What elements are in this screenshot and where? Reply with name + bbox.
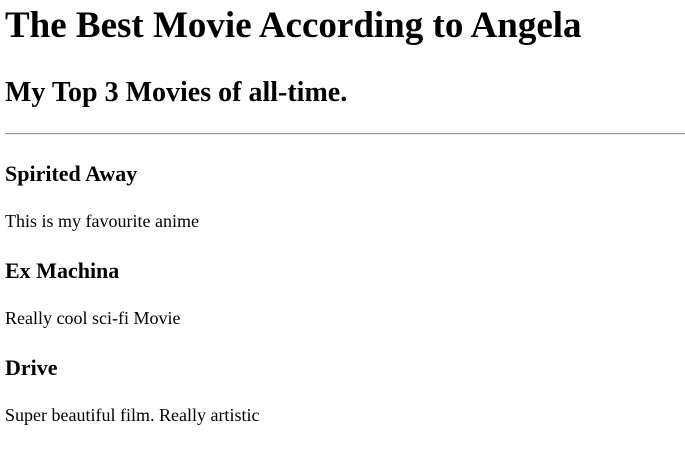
movie-description-spirited-away: This is my favourite anime bbox=[5, 211, 199, 231]
movie-description-drive: Super beautiful film. Really artistic bbox=[5, 405, 260, 425]
movie-title-drive: Drive bbox=[5, 355, 58, 380]
movie-title-ex-machina: Ex Machina bbox=[5, 258, 120, 283]
page-title: The Best Movie According to Angela bbox=[5, 5, 582, 46]
page-subtitle: My Top 3 Movies of all-time. bbox=[5, 77, 348, 108]
movie-title-spirited-away: Spirited Away bbox=[5, 161, 138, 186]
section-divider bbox=[5, 133, 685, 135]
movie-description-ex-machina: Really cool sci-fi Movie bbox=[5, 308, 181, 328]
page: The Best Movie According to Angela My To… bbox=[0, 0, 685, 452]
